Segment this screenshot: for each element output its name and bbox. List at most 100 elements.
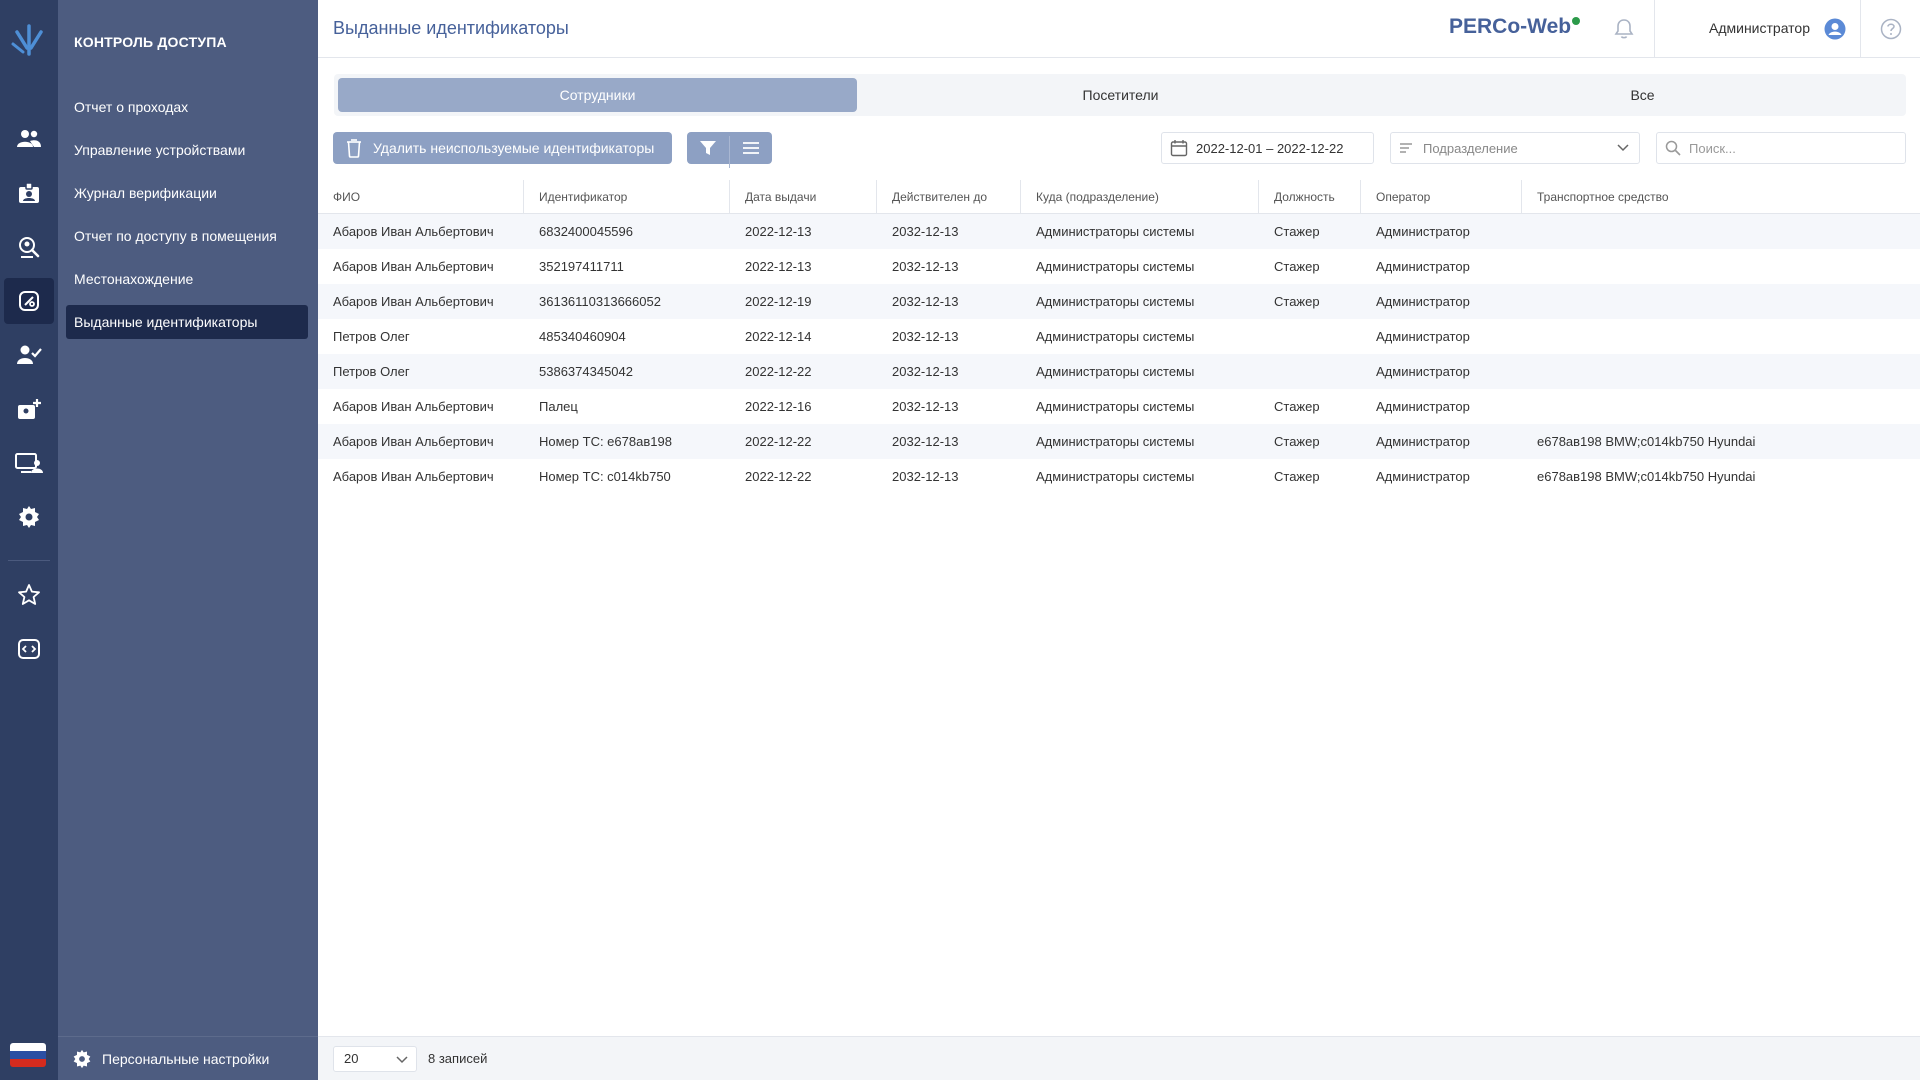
table-row[interactable]: Абаров Иван Альбертович 352197411711 2022-…: [318, 249, 1920, 284]
table-row[interactable]: Абаров Иван Альбертович 6832400045596 2022…: [318, 214, 1920, 249]
table-header: ФИО Идентификатор Дата выдачи Действител…: [318, 180, 1920, 214]
date-range-value: 2022-12-01 – 2022-12-22: [1196, 140, 1344, 156]
cell-full-name: Абаров Иван Альбертович: [333, 399, 494, 414]
cell-identifier: 352197411711: [539, 259, 624, 274]
cell-issue-date: 2022-12-16: [745, 399, 812, 414]
column-header-operator[interactable]: Оператор: [1361, 180, 1522, 214]
tab-all[interactable]: Все: [1383, 78, 1902, 112]
delete-unused-identifiers-button[interactable]: Удалить неиспользуемые идентификаторы: [333, 132, 672, 164]
cell-position: Стажер: [1274, 259, 1320, 274]
column-header-vehicle[interactable]: Транспортное средство: [1522, 180, 1920, 214]
trash-icon: [347, 139, 361, 158]
cell-full-name: Абаров Иван Альбертович: [333, 224, 494, 239]
brand-logo: PERCo-Web: [1449, 15, 1581, 39]
cell-issue-date: 2022-12-14: [745, 329, 812, 344]
bell-icon[interactable]: [1614, 18, 1634, 43]
cell-department: Администраторы системы: [1036, 259, 1195, 274]
sidebar-item-pass-report[interactable]: Отчет о проходах: [66, 90, 308, 124]
sidebar-item-verification-log[interactable]: Журнал верификации: [66, 176, 308, 210]
tab-visitors[interactable]: Посетители: [861, 78, 1380, 112]
cell-operator: Администратор: [1376, 294, 1470, 309]
cell-valid-until: 2032-12-13: [892, 259, 959, 274]
app-logo-icon[interactable]: [0, 0, 58, 80]
add-badge-icon[interactable]: [4, 386, 54, 432]
list-icon: [1400, 143, 1412, 153]
table-row[interactable]: Абаров Иван Альбертович 36136110313666052…: [318, 284, 1920, 319]
identifier-icon[interactable]: [4, 278, 54, 324]
table-row[interactable]: Абаров Иван Альбертович Палец 2022-12-16 20…: [318, 389, 1920, 424]
cell-identifier: Палец: [539, 399, 578, 414]
cell-operator: Администратор: [1376, 469, 1470, 484]
cell-department: Администраторы системы: [1036, 469, 1195, 484]
search-input[interactable]: [1689, 140, 1889, 156]
cell-department: Администраторы системы: [1036, 434, 1195, 449]
cell-department: Администраторы системы: [1036, 224, 1195, 239]
cell-vehicle: е678ав198 BMW;с014kb750 Hyundai: [1537, 469, 1756, 484]
monitor-user-icon[interactable]: [4, 440, 54, 486]
cell-valid-until: 2032-12-13: [892, 224, 959, 239]
icon-rail: [0, 0, 58, 1080]
table-row[interactable]: Абаров Иван Альбертович Номер ТС: е678ав1…: [318, 424, 1920, 459]
cell-valid-until: 2032-12-13: [892, 329, 959, 344]
page-size-select[interactable]: 20: [333, 1046, 417, 1072]
records-count: 8 записей: [428, 1051, 488, 1066]
cell-vehicle: [1522, 214, 1920, 249]
brand-name: PERCo-Web: [1449, 15, 1572, 38]
table-row[interactable]: Петров Олег 5386374345042 2022-12-22 2032-1…: [318, 354, 1920, 389]
date-range-picker[interactable]: 2022-12-01 – 2022-12-22: [1161, 132, 1374, 164]
section-title: КОНТРОЛЬ ДОСТУПА: [74, 34, 227, 50]
help-icon[interactable]: [1880, 18, 1902, 43]
cell-position: Стажер: [1274, 224, 1320, 239]
column-header-department[interactable]: Куда (подразделение): [1021, 180, 1259, 214]
column-header-valid-until[interactable]: Действителен до: [877, 180, 1021, 214]
personal-settings-button[interactable]: Персональные настройки: [58, 1036, 318, 1080]
cell-operator: Администратор: [1376, 224, 1470, 239]
tab-employees[interactable]: Сотрудники: [338, 78, 857, 112]
cell-operator: Администратор: [1376, 364, 1470, 379]
column-header-position[interactable]: Должность: [1259, 180, 1361, 214]
page-title: Выданные идентификаторы: [333, 18, 569, 38]
table-footer: 20 8 записей: [318, 1036, 1920, 1080]
people-icon[interactable]: [4, 116, 54, 162]
side-navigation: КОНТРОЛЬ ДОСТУПА Отчет о проходах Управл…: [58, 0, 318, 1080]
personal-settings-label: Персональные настройки: [102, 1050, 270, 1067]
cell-position: Стажер: [1274, 434, 1320, 449]
user-name[interactable]: Администратор: [1709, 20, 1810, 36]
filter-icon: [700, 141, 716, 155]
sidebar-item-issued-identifiers[interactable]: Выданные идентификаторы: [66, 305, 308, 339]
identifiers-table: ФИО Идентификатор Дата выдачи Действител…: [318, 180, 1920, 494]
cell-identifier: Номер ТС: с014kb750: [539, 469, 671, 484]
column-header-full-name[interactable]: ФИО: [318, 180, 524, 214]
cell-full-name: Абаров Иван Альбертович: [333, 294, 494, 309]
tab-bar: Сотрудники Посетители Все: [334, 74, 1906, 116]
cell-full-name: Абаров Иван Альбертович: [333, 469, 494, 484]
column-header-issue-date[interactable]: Дата выдачи: [730, 180, 877, 214]
star-icon[interactable]: [4, 572, 54, 618]
calendar-icon: [1170, 140, 1188, 157]
avatar-icon[interactable]: [1824, 18, 1846, 43]
filter-button[interactable]: [687, 132, 729, 164]
user-check-icon[interactable]: [4, 332, 54, 378]
language-flag-icon[interactable]: [10, 1043, 46, 1067]
table-row[interactable]: Абаров Иван Альбертович Номер ТС: с014kb7…: [318, 459, 1920, 494]
cell-department: Администраторы системы: [1036, 364, 1195, 379]
sidebar-item-device-management[interactable]: Управление устройствами: [66, 133, 308, 167]
cell-operator: Администратор: [1376, 259, 1470, 274]
access-icon[interactable]: [4, 224, 54, 270]
code-icon[interactable]: [4, 626, 54, 672]
department-select[interactable]: Подразделение: [1390, 132, 1640, 164]
table-row[interactable]: Петров Олег 485340460904 2022-12-14 2032-12…: [318, 319, 1920, 354]
cell-vehicle: [1522, 389, 1920, 424]
columns-menu-button[interactable]: [730, 132, 772, 164]
gear-icon[interactable]: [4, 494, 54, 540]
cell-position: [1259, 319, 1361, 354]
cell-vehicle: [1522, 319, 1920, 354]
cell-identifier: 5386374345042: [539, 364, 633, 379]
page-header: Выданные идентификаторы PERCo-Web Админи…: [318, 0, 1920, 58]
badge-icon[interactable]: [4, 170, 54, 216]
cell-department: Администраторы системы: [1036, 399, 1195, 414]
column-header-identifier[interactable]: Идентификатор: [524, 180, 730, 214]
sidebar-item-room-access-report[interactable]: Отчет по доступу в помещения: [66, 219, 308, 253]
department-placeholder: Подразделение: [1423, 140, 1518, 156]
sidebar-item-location[interactable]: Местонахождение: [66, 262, 308, 296]
